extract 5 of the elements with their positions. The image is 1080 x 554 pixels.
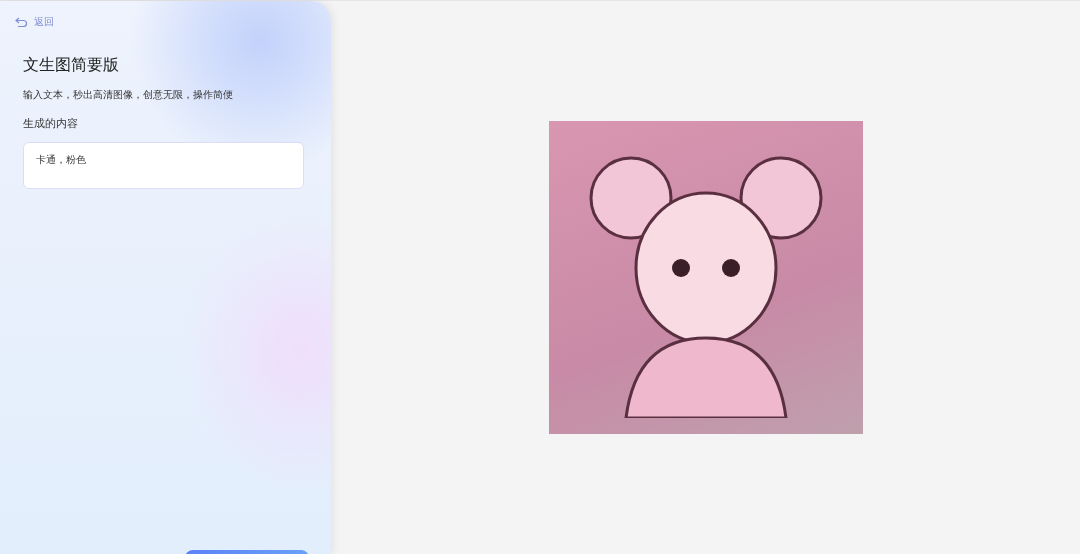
page-title: 文生图简要版 [23, 55, 120, 76]
back-arrow-icon [15, 17, 28, 27]
subtitle: 输入文本，秒出高清图像，创意无限，操作简便 [23, 88, 234, 102]
prompt-label: 生成的内容 [23, 116, 79, 131]
prompt-input-field[interactable]: 卡通，粉色 [23, 142, 304, 189]
